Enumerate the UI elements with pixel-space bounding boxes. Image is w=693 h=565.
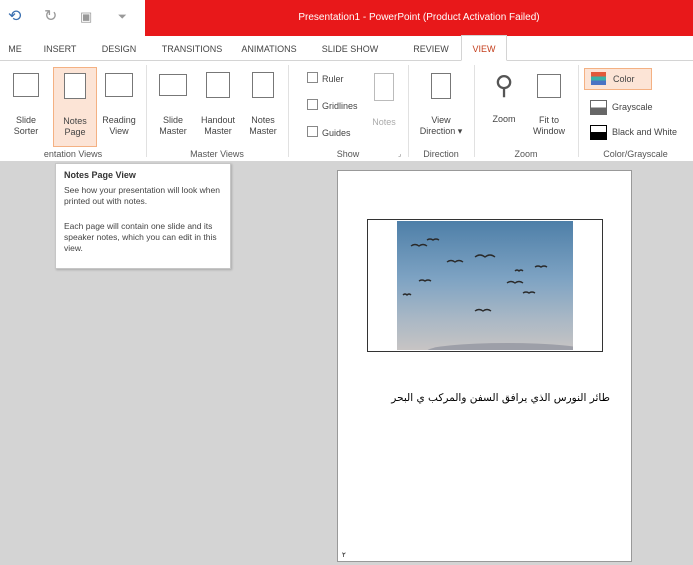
color-grayscale-group-label: Color/Grayscale	[603, 149, 668, 159]
presentation-views-group-label: entation Views	[43, 149, 103, 159]
notes-label: Notes	[372, 117, 396, 127]
page-number: ٢	[342, 552, 346, 559]
redo-icon[interactable]: ↻	[44, 4, 57, 30]
guides-checkbox[interactable]: Guides	[307, 126, 351, 139]
slide-sorter-button[interactable]: Slide Sorter	[6, 67, 46, 145]
show-dialog-launcher-icon[interactable]: ⌟	[398, 150, 401, 158]
black-and-white-button[interactable]: Black and White	[584, 122, 690, 142]
notes-page-tooltip: Notes Page View See how your presentatio…	[55, 163, 231, 269]
slide-sorter-label: Slide Sorter	[13, 115, 39, 136]
gridlines-checkbox-box[interactable]	[307, 99, 318, 110]
color-label: Color	[613, 74, 635, 84]
slide-thumbnail[interactable]	[367, 219, 603, 352]
ribbon-separator	[288, 65, 289, 157]
tab-slide-show[interactable]: SLIDE SHOW	[315, 36, 385, 60]
tooltip-description: See how your presentation will look when…	[64, 185, 220, 206]
tab-view[interactable]: VIEW	[461, 35, 507, 61]
notes-icon	[374, 73, 394, 101]
slide-sorter-icon	[13, 73, 39, 97]
tooltip-details: Each page will contain one slide and its…	[64, 221, 217, 253]
handout-master-button[interactable]: Handout Master	[196, 67, 240, 145]
zoom-button[interactable]: ⚲ Zoom	[484, 67, 524, 145]
zoom-group-label: Zoom	[514, 149, 538, 159]
guides-label: Guides	[322, 128, 351, 138]
black-and-white-swatch-icon	[590, 125, 607, 140]
notes-page-label: Notes Page	[63, 116, 87, 137]
ribbon-separator	[408, 65, 409, 157]
notes-master-icon	[252, 72, 274, 98]
reading-view-button[interactable]: Reading View	[98, 67, 140, 145]
tab-review[interactable]: REVIEW	[406, 36, 456, 60]
tab-insert[interactable]: INSERT	[38, 36, 82, 60]
tab-design[interactable]: DESIGN	[94, 36, 144, 60]
master-views-group-label: Master Views	[190, 149, 244, 159]
view-direction-icon	[431, 73, 451, 99]
gridlines-checkbox[interactable]: Gridlines	[307, 99, 358, 112]
notes-master-button[interactable]: Notes Master	[242, 67, 284, 145]
speaker-notes-text[interactable]: طائر النورس الذي يرافق السفن والمركب ي ا…	[358, 391, 610, 405]
fit-to-window-label: Fit to Window	[532, 115, 565, 136]
ribbon: Slide Sorter Notes Page Reading View ent…	[0, 61, 693, 162]
guides-checkbox-box[interactable]	[307, 126, 318, 137]
slide-master-icon	[159, 74, 187, 96]
ribbon-separator	[578, 65, 579, 157]
zoom-magnifier-icon: ⚲	[494, 70, 514, 100]
fit-to-window-button[interactable]: Fit to Window	[526, 67, 572, 145]
black-and-white-label: Black and White	[612, 127, 678, 137]
title-bar: ⟲ ↻ ▣ ⏷ Presentation1 - PowerPoint (Prod…	[0, 0, 693, 36]
view-direction-label: View Direction ▾	[419, 115, 463, 136]
notes-page[interactable]: طائر النورس الذي يرافق السفن والمركب ي ا…	[337, 170, 632, 562]
tab-transitions[interactable]: TRANSITIONS	[156, 36, 228, 60]
grayscale-button[interactable]: Grayscale	[584, 97, 684, 117]
reading-view-label: Reading View	[102, 115, 136, 136]
ribbon-tabs: ME INSERT DESIGN TRANSITIONS ANIMATIONS …	[0, 35, 693, 61]
reading-view-icon	[105, 73, 133, 97]
ruler-label: Ruler	[322, 74, 344, 84]
color-button[interactable]: Color	[584, 68, 652, 90]
view-direction-button[interactable]: View Direction ▾	[416, 67, 466, 145]
grayscale-swatch-icon	[590, 100, 607, 115]
tab-animations[interactable]: ANIMATIONS	[234, 36, 304, 60]
notes-page-button[interactable]: Notes Page	[53, 67, 97, 147]
notes-page-icon	[64, 73, 86, 99]
notes-button[interactable]: Notes	[366, 67, 402, 145]
color-swatch-icon	[591, 72, 606, 85]
ruler-checkbox-box[interactable]	[307, 72, 318, 83]
ribbon-separator	[146, 65, 147, 157]
direction-group-label: Direction	[423, 149, 459, 159]
fit-to-window-icon	[537, 74, 561, 98]
notes-master-label: Notes Master	[249, 115, 277, 136]
gridlines-label: Gridlines	[322, 101, 358, 111]
tooltip-title: Notes Page View	[64, 170, 136, 180]
undo-icon[interactable]: ⟲	[8, 4, 21, 30]
seagulls-illustration	[402, 238, 573, 350]
handout-master-label: Handout Master	[200, 115, 236, 136]
start-from-beginning-icon[interactable]: ▣	[80, 4, 92, 30]
slide-master-label: Slide Master	[159, 115, 187, 136]
handout-master-icon	[206, 72, 230, 98]
grayscale-label: Grayscale	[612, 102, 653, 112]
show-group-label: Show	[336, 149, 360, 159]
seagulls-photo	[397, 221, 573, 350]
window-title: Presentation1 - PowerPoint (Product Acti…	[298, 12, 540, 23]
ruler-checkbox[interactable]: Ruler	[307, 72, 344, 85]
zoom-label: Zoom	[492, 114, 516, 124]
ribbon-separator	[474, 65, 475, 157]
tab-home[interactable]: ME	[4, 36, 26, 60]
customize-qat-icon[interactable]: ⏷	[118, 4, 127, 30]
slide-master-button[interactable]: Slide Master	[152, 67, 194, 145]
